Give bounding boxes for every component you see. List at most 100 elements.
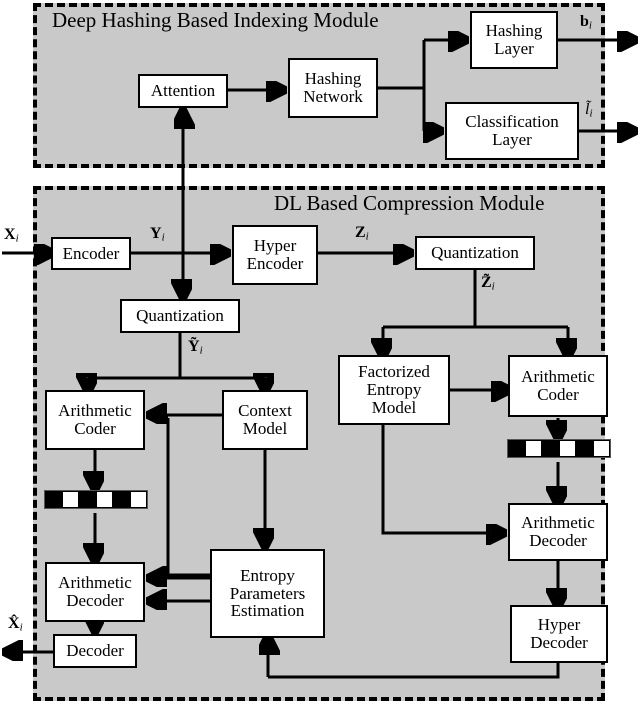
line2: Decoder: [530, 633, 588, 652]
node-factorized-entropy-model[interactable]: Factorized Entropy Model: [338, 355, 450, 425]
node-hashing-network-label: Hashing Network: [292, 70, 374, 105]
bitstream-left: [44, 490, 148, 509]
label-output-x-hat: X̂i: [8, 615, 23, 633]
line1: Arithmetic: [58, 401, 132, 421]
line2: Network: [303, 87, 363, 106]
figure-canvas: Deep Hashing Based Indexing Module DL Ba…: [0, 0, 640, 705]
label-z-sym: Z: [355, 224, 366, 241]
node-arithmetic-coder-right-label: Arithmetic Coder: [512, 368, 604, 403]
bit-cell: [542, 440, 559, 457]
line2: Decoder: [529, 531, 587, 550]
node-arithmetic-coder-left-label: Arithmetic Coder: [49, 402, 141, 437]
label-input-x-sym: X: [4, 226, 16, 243]
line1: Arithmetic: [58, 573, 132, 593]
bit-cell: [96, 491, 113, 508]
bit-cell: [113, 491, 130, 508]
node-classification-layer-label: Classification Layer: [449, 113, 575, 148]
bit-cell: [576, 440, 593, 457]
line3: Estimation: [230, 601, 305, 621]
node-arithmetic-decoder-left[interactable]: Arithmetic Decoder: [45, 562, 145, 622]
label-output-x-hat-sub: i: [19, 621, 23, 634]
node-decoder[interactable]: Decoder: [53, 634, 137, 668]
deep-hashing-module-title: Deep Hashing Based Indexing Module: [52, 8, 379, 32]
node-arithmetic-coder-right[interactable]: Arithmetic Coder: [508, 355, 608, 417]
node-encoder[interactable]: Encoder: [51, 237, 131, 270]
bit-cell: [130, 491, 147, 508]
node-factorized-entropy-model-label: Factorized Entropy Model: [342, 363, 446, 416]
node-encoder-label: Encoder: [62, 243, 120, 263]
node-decoder-label: Decoder: [66, 641, 124, 661]
label-y-sub: i: [161, 231, 165, 244]
label-y-sym: Y: [150, 225, 162, 242]
line1: Classification: [465, 112, 559, 132]
label-input-x-sub: i: [15, 232, 19, 245]
line3: Model: [371, 397, 417, 417]
node-hashing-layer[interactable]: Hashing Layer: [470, 11, 558, 69]
line1: Hyper: [253, 236, 297, 256]
label-y-tilde-sym: Ỹ: [188, 338, 200, 355]
node-attention-label: Attention: [150, 81, 216, 101]
line1: Context: [238, 401, 292, 421]
node-arithmetic-decoder-right-label: Arithmetic Decoder: [512, 514, 604, 549]
line2: Encoder: [246, 254, 304, 273]
line2: Coder: [74, 419, 116, 438]
line2: Parameters: [229, 583, 306, 603]
node-arithmetic-coder-left[interactable]: Arithmetic Coder: [45, 390, 145, 450]
line2: Model: [242, 419, 288, 438]
bit-cell: [62, 491, 79, 508]
node-quantization-right[interactable]: Quantization: [415, 236, 535, 270]
bit-cell: [525, 440, 542, 457]
node-quantization-left[interactable]: Quantization: [120, 299, 240, 333]
line2: Coder: [537, 385, 579, 404]
node-context-model[interactable]: Context Model: [222, 390, 308, 450]
line1: Hashing: [304, 69, 362, 89]
line1: Entropy: [240, 565, 295, 585]
label-output-b-sub: i: [588, 19, 592, 32]
label-z: Zi: [355, 224, 369, 242]
node-hyper-decoder-label: Hyper Decoder: [514, 616, 604, 651]
label-z-tilde-sub: i: [491, 280, 495, 293]
node-context-model-label: Context Model: [226, 402, 304, 437]
bit-cell: [593, 440, 610, 457]
bit-cell: [559, 440, 576, 457]
node-attention[interactable]: Attention: [138, 74, 228, 108]
node-hashing-network[interactable]: Hashing Network: [288, 58, 378, 118]
node-arithmetic-decoder-right[interactable]: Arithmetic Decoder: [508, 503, 608, 561]
node-hyper-encoder[interactable]: Hyper Encoder: [232, 225, 318, 285]
label-z-tilde-sym: Z̃: [481, 274, 492, 291]
node-quantization-right-label: Quantization: [431, 243, 519, 263]
dl-compression-module-title: DL Based Compression Module: [274, 191, 545, 215]
line2: Layer: [494, 39, 534, 58]
label-z-tilde: Z̃i: [481, 274, 495, 292]
node-arithmetic-decoder-left-label: Arithmetic Decoder: [49, 574, 141, 609]
node-hyper-decoder[interactable]: Hyper Decoder: [510, 605, 608, 663]
line1: Arithmetic: [521, 513, 595, 533]
line1: Factorized: [358, 362, 430, 382]
line1: Hashing: [485, 21, 543, 41]
label-output-l-sub: i: [589, 107, 593, 120]
label-output-b-sym: b: [580, 13, 589, 30]
label-y-tilde: Ỹi: [188, 338, 203, 356]
bit-cell: [79, 491, 96, 508]
label-y: Yi: [150, 225, 165, 243]
line2: Layer: [492, 130, 532, 149]
line1: Arithmetic: [521, 367, 595, 387]
label-output-x-hat-sym: X̂: [8, 615, 20, 632]
node-hyper-encoder-label: Hyper Encoder: [236, 237, 314, 272]
label-input-x: Xi: [4, 226, 19, 244]
label-y-tilde-sub: i: [199, 344, 203, 357]
line2: Decoder: [66, 591, 124, 610]
line2: Entropy: [366, 380, 422, 400]
bit-cell: [45, 491, 62, 508]
node-quantization-left-label: Quantization: [136, 306, 224, 326]
label-output-l: l̃i: [585, 101, 593, 119]
bitstream-right: [507, 439, 611, 458]
node-classification-layer[interactable]: Classification Layer: [445, 102, 579, 160]
node-hashing-layer-label: Hashing Layer: [474, 22, 554, 57]
label-z-sub: i: [365, 230, 369, 243]
label-output-b: bi: [580, 13, 592, 31]
line1: Hyper: [537, 615, 581, 635]
node-entropy-parameters-estimation-label: Entropy Parameters Estimation: [214, 567, 321, 620]
node-entropy-parameters-estimation[interactable]: Entropy Parameters Estimation: [210, 549, 325, 638]
bit-cell: [508, 440, 525, 457]
